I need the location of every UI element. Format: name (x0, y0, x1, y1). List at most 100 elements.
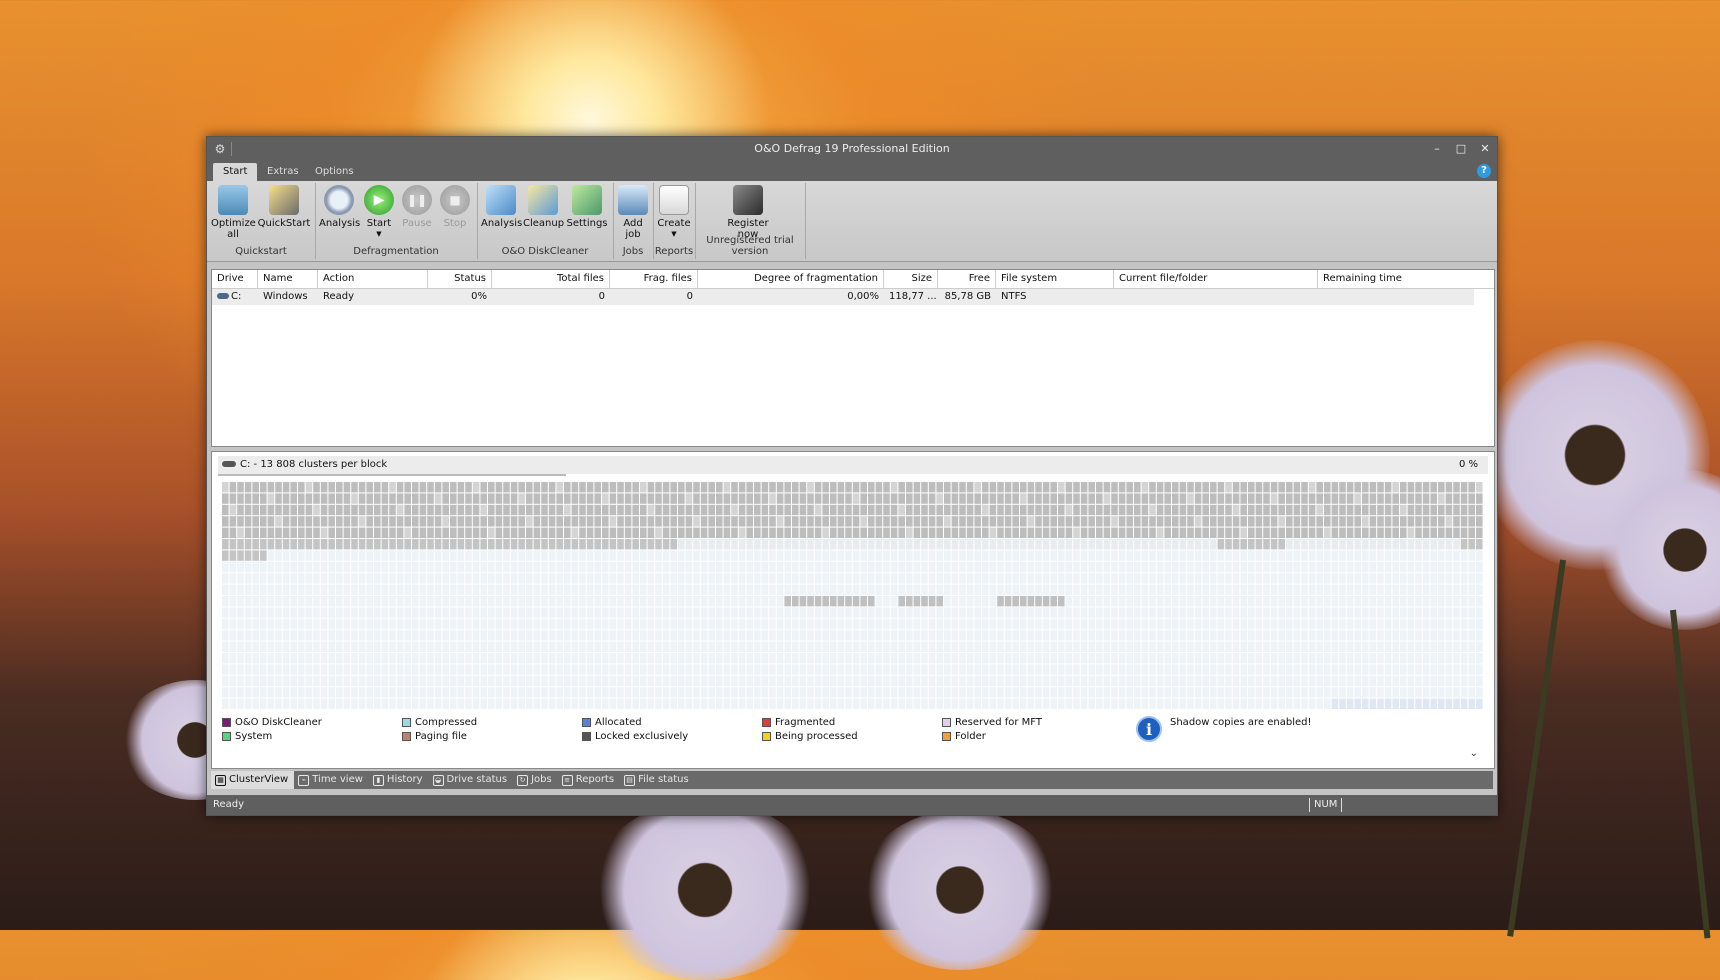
cleanup-label: Cleanup (523, 218, 565, 229)
group-label-quickstart: Quickstart (235, 246, 287, 257)
drive-table-header: Drive Name Action Status Total files Fra… (212, 270, 1494, 289)
cleanup-button[interactable]: Cleanup (523, 185, 565, 229)
title-bar[interactable]: ⚙ O&O Defrag 19 Professional Edition – □… (207, 137, 1497, 161)
info-icon: i (1136, 716, 1162, 742)
legend-swatch (762, 732, 771, 741)
drive-status-icon: ◒ (432, 774, 444, 786)
tab-file-status[interactable]: ▤ File status (620, 771, 695, 789)
broom-analysis-icon (486, 185, 516, 215)
tab-drive-status[interactable]: ◒ Drive status (429, 771, 514, 789)
add-job-label-1: Add (623, 218, 643, 229)
app-window: ⚙ O&O Defrag 19 Professional Edition – □… (206, 136, 1498, 816)
quickstart-button[interactable]: QuickStart (257, 185, 311, 229)
add-job-button[interactable]: Add job (615, 185, 651, 240)
cluster-header-text: C: - 13 808 clusters per block (240, 459, 388, 470)
legend: O&O DiskCleaner System Compressed Paging… (222, 714, 1484, 762)
tab-clusterview[interactable]: ▦ ClusterView (211, 771, 295, 789)
group-label-trial: Unregistered trial version (706, 235, 794, 257)
maximize-button[interactable]: □ (1455, 137, 1467, 161)
cell-free: 85,78 GB (944, 291, 991, 302)
create-dropdown-icon[interactable]: ▼ (656, 229, 692, 240)
group-label-defragmentation: Defragmentation (353, 246, 439, 257)
col-drive[interactable]: Drive (212, 270, 258, 288)
chevron-down-icon[interactable]: ⌄ (1470, 748, 1478, 759)
daisy-flower-decoration (590, 800, 820, 980)
status-bar: Ready NUM (207, 795, 1497, 815)
cell-degree: 0,00% (847, 291, 879, 302)
tab-start[interactable]: Start (213, 163, 258, 181)
col-free[interactable]: Free (938, 270, 996, 288)
create-report-button[interactable]: Create ▼ (656, 185, 692, 240)
report-document-icon (659, 185, 689, 215)
tab-time-view[interactable]: ⌁ Time view (294, 771, 369, 789)
legend-swatch (942, 732, 951, 741)
tab-options[interactable]: Options (305, 163, 364, 181)
group-quickstart: Optimize all QuickStart Quickstart (207, 183, 316, 259)
group-defragmentation: Analysis ▶ Start ▼ ❚❚ Pause ■ Stop Defra… (315, 183, 478, 259)
legend-swatch (582, 732, 591, 741)
col-status[interactable]: Status (428, 270, 492, 288)
app-icon[interactable]: ⚙ (213, 142, 227, 156)
history-icon: ▮ (372, 774, 384, 786)
col-total-files[interactable]: Total files (492, 270, 610, 288)
start-button[interactable]: ▶ Start ▼ (361, 185, 397, 240)
shadow-copies-message: Shadow copies are enabled! (1170, 717, 1312, 728)
table-row[interactable]: C: Windows Ready 0% 0 0 0,00% 118,77 ...… (212, 289, 1474, 305)
register-now-button[interactable]: Register now (723, 185, 773, 240)
col-frag-files[interactable]: Frag. files (610, 270, 698, 288)
legend-swatch (942, 718, 951, 727)
cell-action: Ready (323, 291, 355, 302)
cell-frag-files: 0 (686, 291, 693, 302)
register-label-1: Register (727, 218, 769, 229)
start-dropdown-icon[interactable]: ▼ (361, 229, 397, 240)
diskcleaner-settings-button[interactable]: Settings (565, 185, 609, 229)
start-label: Start (366, 218, 392, 229)
optimize-all-button[interactable]: Optimize all (211, 185, 256, 240)
jobs-icon: ↻ (517, 774, 529, 786)
diskcleaner-analysis-label: Analysis (481, 218, 523, 229)
help-icon[interactable]: ? (1477, 164, 1491, 178)
col-degree[interactable]: Degree of fragmentation (698, 270, 884, 288)
col-name[interactable]: Name (258, 270, 318, 288)
group-reports: Create ▼ Reports (653, 183, 696, 259)
settings-label: Settings (566, 218, 608, 229)
minimize-button[interactable]: – (1431, 137, 1443, 161)
col-file-system[interactable]: File system (996, 270, 1114, 288)
analysis-button[interactable]: Analysis (319, 185, 361, 229)
legend-compressed: Compressed (402, 716, 477, 729)
col-size[interactable]: Size (884, 270, 938, 288)
cluster-percent: 0 % (1458, 459, 1478, 470)
daisy-flower-decoration (860, 810, 1060, 970)
status-text: Ready (213, 799, 245, 810)
legend-being-processed: Being processed (762, 730, 858, 743)
group-jobs: Add job Jobs (613, 183, 654, 259)
analysis-label: Analysis (319, 218, 361, 229)
tab-extras[interactable]: Extras (257, 163, 309, 181)
close-button[interactable]: ✕ (1479, 137, 1491, 161)
legend-folder: Folder (942, 730, 986, 743)
col-action[interactable]: Action (318, 270, 428, 288)
cell-drive: C: (212, 289, 258, 305)
stop-button[interactable]: ■ Stop (437, 185, 473, 229)
tab-jobs[interactable]: ↻ Jobs (513, 771, 558, 789)
col-current-file[interactable]: Current file/folder (1114, 270, 1318, 288)
cell-status: 0% (471, 291, 487, 302)
col-remaining-time[interactable]: Remaining time (1318, 270, 1492, 288)
drive-list: Drive Name Action Status Total files Fra… (211, 269, 1495, 447)
stem-decoration (1670, 609, 1711, 939)
legend-fragmented: Fragmented (762, 716, 835, 729)
tab-reports[interactable]: ≡ Reports (558, 771, 620, 789)
group-label-jobs: Jobs (622, 246, 644, 257)
legend-system: System (222, 730, 272, 743)
cluster-map[interactable] (222, 482, 1484, 710)
cell-remaining-time (1318, 289, 1472, 305)
pause-button[interactable]: ❚❚ Pause (399, 185, 435, 229)
legend-paging-file: Paging file (402, 730, 467, 743)
diskcleaner-analysis-button[interactable]: Analysis (481, 185, 523, 229)
quickstart-label: QuickStart (257, 218, 311, 229)
cell-size: 118,77 ... (889, 291, 937, 302)
cell-total-files: 0 (598, 291, 605, 302)
title-separator (231, 142, 232, 156)
reports-icon: ≡ (561, 774, 573, 786)
tab-history[interactable]: ▮ History (369, 771, 429, 789)
